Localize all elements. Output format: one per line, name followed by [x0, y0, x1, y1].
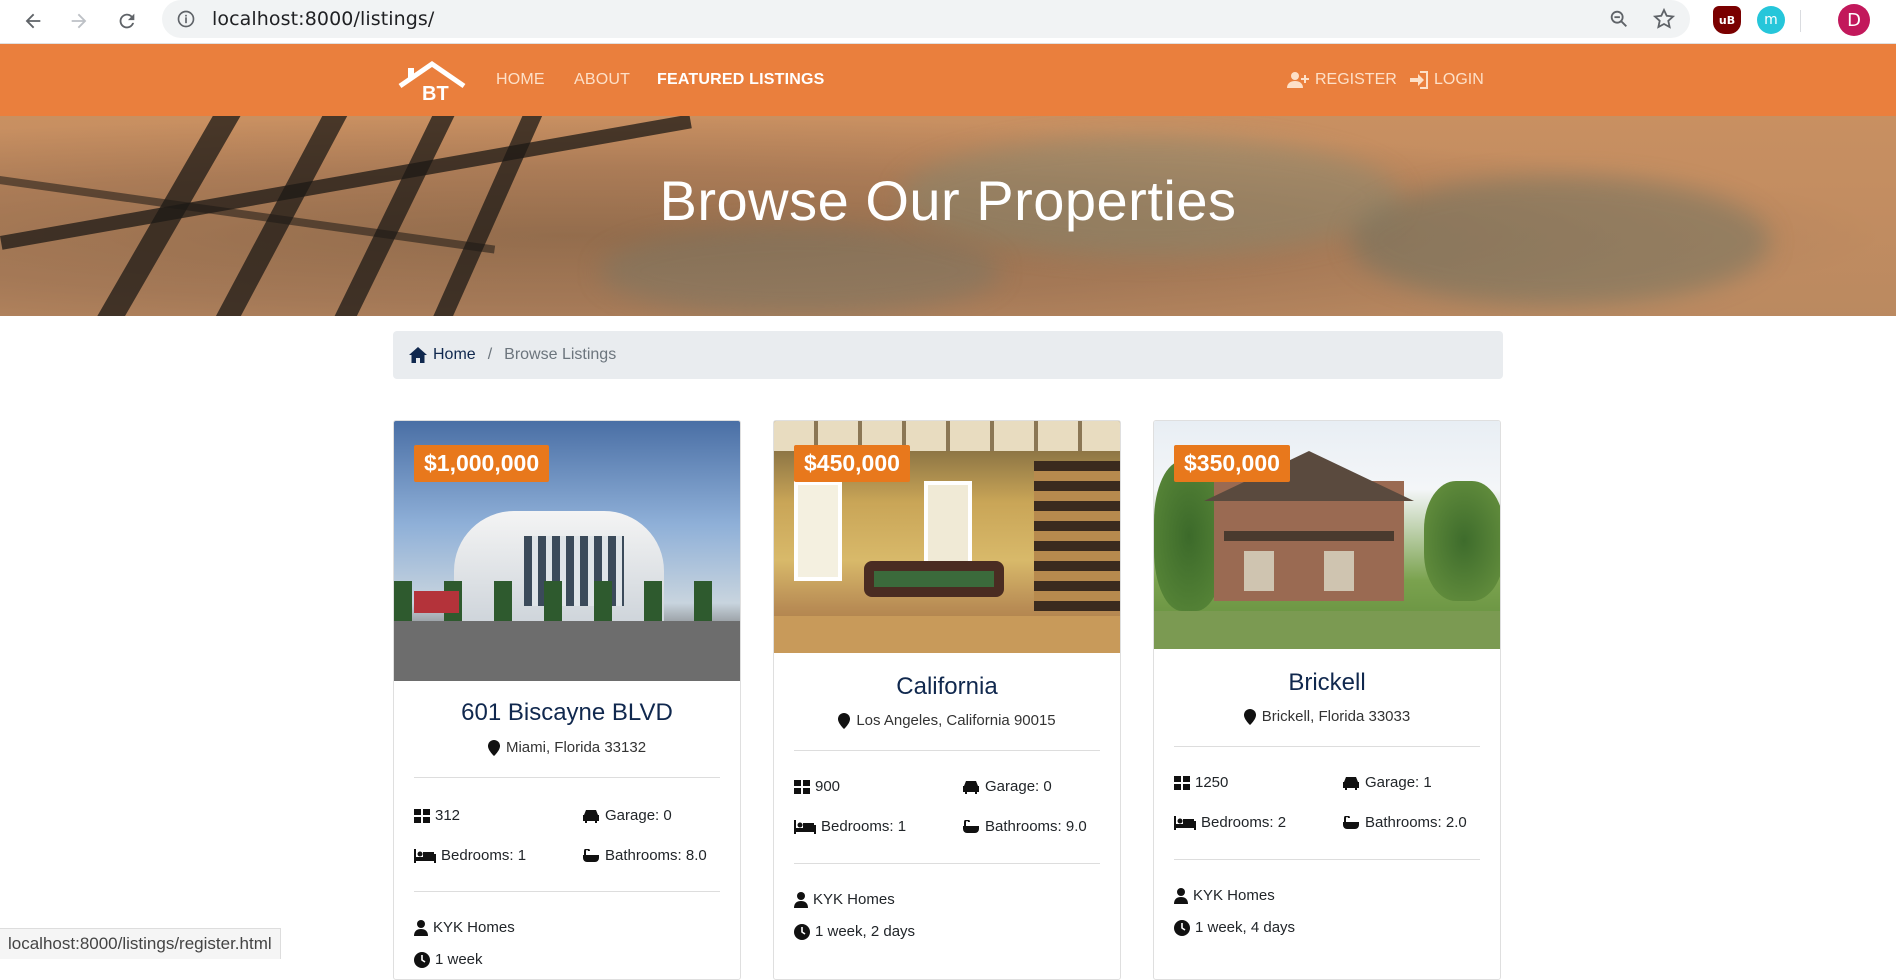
listing-title[interactable]: California — [774, 673, 1120, 701]
card-divider — [794, 863, 1100, 864]
clock-icon — [794, 923, 810, 940]
nav-featured-listings-link[interactable]: FEATURED LISTINGS — [657, 71, 825, 89]
listing-garage: Garage: 0 — [582, 807, 672, 824]
bath-icon — [1343, 815, 1359, 829]
user-plus-icon — [1287, 72, 1309, 88]
card-divider — [414, 777, 720, 778]
listing-date: 1 week, 4 days — [1174, 919, 1295, 936]
price-badge: $1,000,000 — [414, 445, 550, 482]
listing-bedrooms: Bedrooms: 1 — [414, 847, 526, 864]
url-text: localhost:8000/listings/ — [212, 8, 435, 30]
address-bar[interactable]: localhost:8000/listings/ — [162, 0, 1690, 38]
bed-icon — [794, 819, 816, 834]
showcase-banner: Browse Our Properties — [0, 116, 1896, 316]
toolbar-divider — [1800, 10, 1801, 32]
profile-avatar[interactable]: D — [1838, 4, 1870, 36]
login-link[interactable]: LOGIN — [1410, 71, 1484, 89]
listing-card[interactable]: $350,000 Brickell Brickell, Florida 3303… — [1153, 420, 1501, 980]
breadcrumb-home-link[interactable]: Home — [409, 346, 476, 364]
listing-sqft: 312 — [414, 807, 460, 824]
breadcrumb-separator: / — [487, 346, 493, 363]
ublock-extension-icon[interactable]: uB — [1713, 6, 1741, 34]
bookmark-star-icon[interactable] — [1652, 7, 1676, 35]
reload-icon[interactable] — [112, 6, 142, 36]
browser-status-bar: localhost:8000/listings/register.html — [0, 928, 281, 959]
listing-garage: Garage: 1 — [1342, 774, 1432, 791]
user-icon — [794, 891, 808, 908]
listing-photo[interactable]: $350,000 — [1154, 421, 1500, 649]
listing-garage: Garage: 0 — [962, 778, 1052, 795]
user-icon — [1174, 887, 1188, 904]
nav-home-link[interactable]: HOME — [496, 71, 545, 89]
map-marker-icon — [1243, 708, 1256, 725]
listing-realtor: KYK Homes — [1174, 887, 1275, 904]
car-icon — [583, 809, 599, 823]
map-marker-icon — [838, 712, 851, 729]
car-icon — [963, 780, 979, 794]
logo-text: BT — [422, 83, 449, 104]
clock-icon — [414, 951, 430, 968]
th-large-icon — [1174, 775, 1190, 790]
breadcrumb-current: Browse Listings — [504, 346, 617, 363]
card-divider — [1174, 746, 1480, 747]
bed-icon — [414, 848, 436, 863]
map-marker-icon — [487, 739, 500, 756]
back-arrow-icon[interactable] — [18, 6, 48, 36]
user-icon — [414, 919, 428, 936]
listing-bathrooms: Bathrooms: 9.0 — [962, 818, 1087, 835]
browser-toolbar: localhost:8000/listings/ uB m D — [0, 0, 1896, 44]
card-divider — [1174, 859, 1480, 860]
price-badge: $350,000 — [1174, 445, 1290, 482]
sign-in-icon — [1410, 71, 1428, 89]
listing-sqft: 1250 — [1174, 774, 1228, 791]
listing-bathrooms: Bathrooms: 2.0 — [1342, 814, 1467, 831]
listing-photo[interactable]: $450,000 — [774, 421, 1120, 653]
listing-bedrooms: Bedrooms: 1 — [794, 818, 906, 835]
th-large-icon — [414, 808, 430, 823]
listing-address: Brickell, Florida 33033 — [1154, 708, 1500, 725]
listing-date: 1 week, 2 days — [794, 923, 915, 940]
listing-bathrooms: Bathrooms: 8.0 — [582, 847, 707, 864]
card-divider — [794, 750, 1100, 751]
clock-icon — [1174, 919, 1190, 936]
bath-icon — [583, 848, 599, 862]
home-icon — [409, 347, 427, 363]
listing-address: Los Angeles, California 90015 — [774, 712, 1120, 729]
listing-title[interactable]: Brickell — [1154, 669, 1500, 697]
breadcrumb: Home / Browse Listings — [393, 331, 1503, 379]
site-logo[interactable]: BT — [396, 60, 468, 108]
th-large-icon — [794, 779, 810, 794]
listing-photo[interactable]: $1,000,000 — [394, 421, 740, 681]
listing-realtor: KYK Homes — [794, 891, 895, 908]
zoom-icon[interactable] — [1608, 8, 1630, 34]
card-divider — [414, 891, 720, 892]
price-badge: $450,000 — [794, 445, 910, 482]
listing-realtor: KYK Homes — [414, 919, 515, 936]
bath-icon — [963, 819, 979, 833]
site-info-icon[interactable] — [176, 9, 196, 33]
register-link[interactable]: REGISTER — [1287, 71, 1397, 89]
bed-icon — [1174, 815, 1196, 830]
listing-address: Miami, Florida 33132 — [394, 739, 740, 756]
listing-card[interactable]: $450,000 California Los Angeles, Califor… — [773, 420, 1121, 980]
car-icon — [1343, 776, 1359, 790]
listing-card[interactable]: $1,000,000 601 Biscayne BLVD Miami, Flor… — [393, 420, 741, 980]
page-title: Browse Our Properties — [659, 169, 1237, 232]
forward-arrow-icon[interactable] — [64, 6, 94, 36]
listing-bedrooms: Bedrooms: 2 — [1174, 814, 1286, 831]
listing-date: 1 week — [414, 951, 483, 968]
extension-m-icon[interactable]: m — [1757, 6, 1785, 34]
site-navbar: BT HOME ABOUT FEATURED LISTINGS REGISTER… — [0, 44, 1896, 116]
listing-title[interactable]: 601 Biscayne BLVD — [394, 699, 740, 727]
nav-about-link[interactable]: ABOUT — [574, 71, 630, 89]
listing-sqft: 900 — [794, 778, 840, 795]
